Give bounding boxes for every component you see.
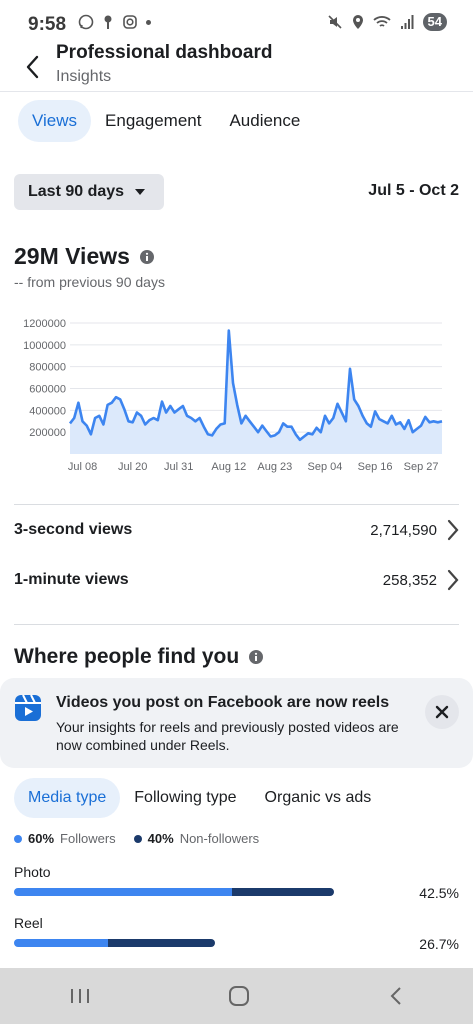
nav-back-icon[interactable] <box>388 986 404 1006</box>
chart-legend: 60% Followers 40% Non-followers <box>14 831 259 846</box>
key-icon <box>104 15 112 29</box>
row-value: 258,352 <box>382 571 437 589</box>
tab-organic-vs-ads[interactable]: Organic vs ads <box>251 778 386 818</box>
x-tick-label: Sep 16 <box>358 461 393 473</box>
x-tick-label: Aug 23 <box>257 461 292 473</box>
legend-pct: 40% <box>147 831 174 846</box>
views-metric-comparison: -- from previous 90 days <box>14 274 165 290</box>
date-range-label: Last 90 days <box>28 183 125 200</box>
y-tick-label: 200000 <box>29 427 66 439</box>
recent-apps-icon[interactable] <box>69 987 91 1005</box>
media-bar-percent: 26.7% <box>419 936 459 952</box>
caret-down-icon <box>135 189 146 195</box>
signal-icon <box>400 15 414 29</box>
nonfollowers-segment <box>108 939 215 947</box>
wifi-icon <box>372 16 391 27</box>
media-bar-label: Reel <box>14 915 43 931</box>
x-tick-label: Aug 12 <box>211 461 246 473</box>
instagram-icon <box>123 15 137 29</box>
y-tick-label: 400000 <box>29 405 66 417</box>
legend-label: Followers <box>60 831 116 846</box>
y-tick-label: 1200000 <box>23 318 66 330</box>
row-label: 1-minute views <box>14 571 129 588</box>
legend-nonfollowers: 40% Non-followers <box>133 831 260 846</box>
tab-media-type[interactable]: Media type <box>14 778 121 818</box>
mute-icon <box>327 15 342 29</box>
whatsapp-icon <box>78 14 94 30</box>
area-fill <box>70 330 442 454</box>
views-line-chart: 1200000 1000000 800000 600000 400000 200000 Ju… <box>23 318 443 473</box>
media-bar <box>14 888 334 896</box>
info-icon[interactable] <box>139 249 154 264</box>
breakdown-tabs: Media type Following type Organic vs ads <box>14 778 385 818</box>
date-range-text: Jul 5 - Oct 2 <box>368 182 459 199</box>
page-subtitle: Insights <box>56 68 112 85</box>
nonfollowers-segment <box>232 888 334 896</box>
divider <box>14 624 459 625</box>
media-bar-label: Photo <box>14 864 51 880</box>
app-header: Professional dashboard Insights <box>0 40 473 92</box>
legend-dot <box>133 834 142 843</box>
system-nav-bar <box>0 968 473 1024</box>
reels-icon <box>15 694 41 721</box>
followers-segment <box>14 939 108 947</box>
row-value: 2,714,590 <box>370 521 437 539</box>
battery-indicator: 54 <box>422 13 447 31</box>
legend-label: Non-followers <box>179 831 260 846</box>
three-second-views-row[interactable]: 3-second views 2,714,590 <box>14 516 459 544</box>
media-bar-percent: 42.5% <box>419 885 459 901</box>
x-tick-label: Jul 08 <box>68 461 97 473</box>
x-tick-label: Sep 27 <box>404 461 439 473</box>
section-title: Where people find you <box>14 645 264 669</box>
y-tick-label: 1000000 <box>23 340 66 352</box>
row-label: 3-second views <box>14 521 133 538</box>
back-arrow-icon[interactable] <box>22 54 46 80</box>
date-range-dropdown[interactable]: Last 90 days <box>14 174 164 210</box>
chevron-right-icon <box>447 569 459 591</box>
x-tick-label: Jul 20 <box>118 461 147 473</box>
close-button[interactable] <box>425 695 459 729</box>
insights-tabs: Views Engagement Audience <box>18 100 314 142</box>
tab-following-type[interactable]: Following type <box>120 778 250 818</box>
banner-body: Your insights for reels and previously p… <box>56 719 399 753</box>
chevron-right-icon <box>447 519 459 541</box>
tab-views[interactable]: Views <box>18 100 92 142</box>
y-tick-label: 800000 <box>29 362 66 374</box>
legend-dot <box>14 834 22 843</box>
views-metric-title: 29M Views <box>14 243 130 269</box>
banner-title: Videos you post on Facebook are now reel… <box>56 694 390 711</box>
close-icon <box>435 705 449 719</box>
legend-pct: 60% <box>28 831 55 846</box>
status-time: 9:58 <box>28 14 67 35</box>
followers-segment <box>14 888 232 896</box>
section-title-text: Where people find you <box>14 645 240 668</box>
views-metric: 29M Views <box>14 243 154 270</box>
notification-dot-icon <box>146 19 151 25</box>
x-tick-label: Sep 04 <box>308 461 343 473</box>
tab-audience[interactable]: Audience <box>215 100 314 142</box>
reels-info-banner: Videos you post on Facebook are now reel… <box>0 678 473 768</box>
x-tick-label: Jul 31 <box>164 461 193 473</box>
tab-engagement[interactable]: Engagement <box>91 100 215 142</box>
info-icon[interactable] <box>249 650 264 664</box>
legend-followers: 60% Followers <box>14 831 116 846</box>
location-icon <box>352 15 363 29</box>
page-title: Professional dashboard <box>56 42 273 63</box>
media-bar <box>14 939 215 947</box>
divider <box>14 504 459 505</box>
one-minute-views-row[interactable]: 1-minute views 258,352 <box>14 566 459 594</box>
home-icon[interactable] <box>228 985 250 1007</box>
y-tick-label: 600000 <box>29 384 66 396</box>
